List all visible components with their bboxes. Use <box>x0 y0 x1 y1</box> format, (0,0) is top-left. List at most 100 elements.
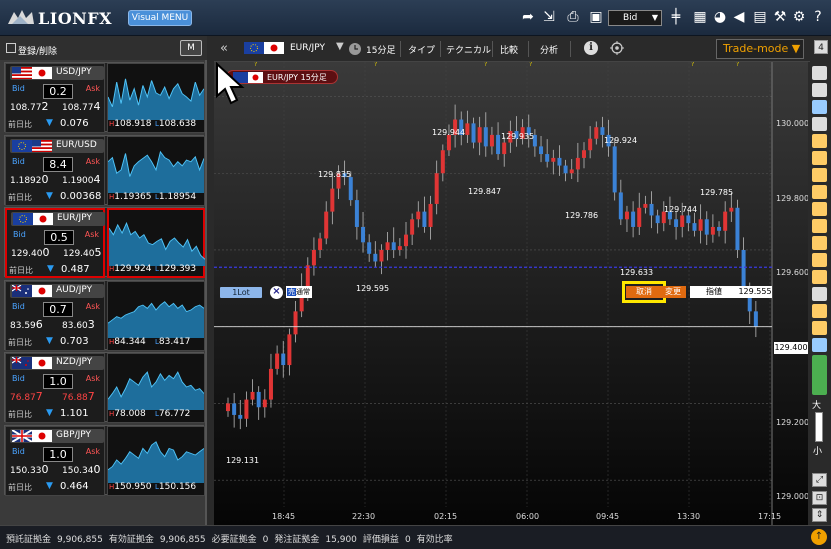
ask-price[interactable]: 1.19004 <box>62 173 101 186</box>
text-tool-icon[interactable] <box>812 304 827 318</box>
alarm-tool-icon[interactable] <box>812 83 827 97</box>
cursor-tool-icon[interactable] <box>812 66 827 80</box>
change-value: 0.487 <box>61 264 90 275</box>
horizontal-line-tool-icon[interactable] <box>812 168 827 182</box>
price-chart[interactable]: ?????? EUR/JPY 15分足 1Lot × 売通常 129.595 取… <box>214 62 809 525</box>
candle-body <box>643 203 648 208</box>
currency-pair-card[interactable]: USD/JPY Bid 0.2 Ask 108.772 108.774 前日比 ▼ 0.076 H… <box>4 62 205 133</box>
bid-price[interactable]: 76.877 <box>10 390 43 403</box>
bid-price[interactable]: 83.596 <box>10 318 43 331</box>
collapse-icon[interactable]: « <box>220 41 228 56</box>
pair-name-bar[interactable]: EUR/USD <box>10 138 104 153</box>
arc-tool-icon[interactable] <box>812 236 827 250</box>
technical-menu[interactable]: テクニカル <box>446 43 491 56</box>
ruler-tool-icon[interactable] <box>812 338 827 352</box>
grid-icon[interactable]: ▦ <box>692 9 708 25</box>
currency-pair-card[interactable]: GBP/JPY Bid 1.0 Ask 150.330 150.340 前日比 ▼ 0.464 H… <box>4 424 205 496</box>
bid-price-main: 1.1892 <box>10 175 42 186</box>
m-button[interactable]: M <box>180 40 202 56</box>
target-tool-icon[interactable] <box>812 117 827 131</box>
ask-price[interactable]: 83.603 <box>62 318 95 331</box>
fibonacci-tool-icon[interactable] <box>812 202 827 216</box>
bid-price[interactable]: 108.772 <box>10 100 49 113</box>
quote-box[interactable]: EUR/USD Bid 8.4 Ask 1.18920 1.19004 前日比 ▼ 0.0036… <box>5 135 105 206</box>
bid-price[interactable]: 150.330 <box>10 463 49 476</box>
bid-price[interactable]: 129.400 <box>11 246 50 259</box>
help-icon[interactable]: ? <box>810 9 826 25</box>
pen-tool-icon[interactable] <box>812 287 827 301</box>
currency-pair-card[interactable]: AUD/JPY Bid 0.7 Ask 83.596 83.603 前日比 ▼ 0.703 H84… <box>4 279 205 351</box>
compare-menu[interactable]: 比較 <box>500 43 518 56</box>
visual-menu-button[interactable]: Visual MENU <box>128 10 192 26</box>
bid-price[interactable]: 1.18920 <box>10 173 49 186</box>
pair-name-bar[interactable]: EUR/JPY <box>11 212 105 226</box>
candle-body <box>250 391 255 400</box>
trade-mode-select[interactable]: Trade-mode ▼ <box>716 39 804 59</box>
pie-chart-icon[interactable]: ◕ <box>712 9 728 25</box>
news-icon[interactable]: ▤ <box>752 9 768 25</box>
pair-name-bar[interactable]: GBP/JPY <box>10 428 104 443</box>
save-icon[interactable]: ▣ <box>588 9 604 25</box>
page-number[interactable]: 4 <box>814 40 828 54</box>
timeframe-select[interactable]: 15分足 <box>366 43 395 56</box>
quote-box[interactable]: AUD/JPY Bid 0.7 Ask 83.596 83.603 前日比 ▼ 0.703 <box>5 280 105 351</box>
trend-line-tool-icon[interactable] <box>812 151 827 165</box>
register-label[interactable]: 登録/削除 <box>18 44 57 57</box>
gear-icon[interactable]: ⚙ <box>791 9 807 25</box>
zoom-in-label[interactable]: 大 <box>812 398 821 411</box>
expand-button[interactable]: ⇕ <box>812 508 827 522</box>
price-annotation: 129.131 <box>226 456 260 465</box>
ask-price[interactable]: 76.887 <box>62 390 95 403</box>
zoom-reset-button[interactable]: ⤢ <box>812 473 827 487</box>
currency-pair-card[interactable]: EUR/USD Bid 8.4 Ask 1.18920 1.19004 前日比 ▼ 0.0036… <box>4 134 205 206</box>
indicator-tool-icon[interactable] <box>812 355 827 395</box>
currency-pair-card[interactable]: NZD/JPY Bid 1.0 Ask 76.877 76.887 前日比 ▼ 1.101 H78… <box>4 352 205 423</box>
crosshair-icon[interactable] <box>610 41 624 55</box>
ask-price[interactable]: 108.774 <box>62 100 101 113</box>
sound-icon[interactable]: ◀ <box>731 9 747 25</box>
rate-type-select[interactable]: Bid ▼ <box>608 10 662 26</box>
zoom-slider[interactable] <box>815 412 823 442</box>
zoom-out-label[interactable]: 小 <box>813 444 822 457</box>
candle-body <box>404 234 408 247</box>
channel-tool-icon[interactable] <box>812 219 827 233</box>
quote-box[interactable]: USD/JPY Bid 0.2 Ask 108.772 108.774 前日比 ▼ 0.076 <box>5 63 105 133</box>
pair-name-bar[interactable]: USD/JPY <box>10 66 104 80</box>
candle-body <box>600 127 605 135</box>
rectangle-tool-icon[interactable] <box>812 270 827 284</box>
print-icon[interactable]: ⎙ <box>565 9 581 25</box>
order-rate-label: 129.555 <box>738 286 772 298</box>
info-icon[interactable]: i <box>584 41 598 55</box>
quote-box[interactable]: NZD/JPY Bid 1.0 Ask 76.877 76.887 前日比 ▼ 1.101 <box>5 353 105 423</box>
pair-name-bar[interactable]: NZD/JPY <box>10 356 104 370</box>
analysis-menu[interactable]: 分析 <box>540 43 558 56</box>
chevron-down-icon[interactable]: ▼ <box>336 41 344 52</box>
ask-price[interactable]: 150.340 <box>62 463 101 476</box>
quote-box[interactable]: GBP/JPY Bid 1.0 Ask 150.330 150.340 前日比 ▼ 0.464 <box>5 425 105 496</box>
scroll-up-icon[interactable]: ↑ <box>811 529 827 545</box>
chart-type-menu[interactable]: タイプ <box>408 43 435 56</box>
tools-icon[interactable]: ⚒ <box>772 9 788 25</box>
register-icon[interactable] <box>6 43 16 53</box>
currency-pair-card[interactable]: EUR/JPY Bid 0.5 Ask 129.400 129.405 前日比 ▼ 0.487 H… <box>4 207 205 278</box>
bid-price-main: 129.40 <box>11 249 43 259</box>
quote-box[interactable]: EUR/JPY Bid 0.5 Ask 129.400 129.405 前日比 ▼ 0.487 <box>5 208 105 278</box>
layout-icon[interactable]: ╪ <box>668 9 684 25</box>
vertical-line-tool-icon[interactable] <box>812 185 827 199</box>
candle-body <box>226 403 230 412</box>
fit-button[interactable]: ⊡ <box>812 491 827 505</box>
export-icon[interactable]: ➦ <box>520 9 536 25</box>
dropdown-tool-icon[interactable] <box>812 100 827 114</box>
ask-price[interactable]: 129.405 <box>63 246 102 259</box>
line-tool-icon[interactable] <box>812 134 827 148</box>
candle-body <box>655 215 660 224</box>
high-low: H84.344 L83.417 <box>107 336 205 350</box>
fan-tool-icon[interactable] <box>812 253 827 267</box>
close-order-icon[interactable]: × <box>270 286 283 299</box>
pair-name-bar[interactable]: AUD/JPY <box>10 283 104 298</box>
chart-pair-select[interactable]: EUR/JPY <box>290 43 325 53</box>
arrow-tool-icon[interactable] <box>812 321 827 335</box>
modify-order-button[interactable]: 変更 <box>660 286 686 298</box>
cancel-order-button[interactable]: 取消 <box>626 286 662 298</box>
import-icon[interactable]: ⇲ <box>541 9 557 25</box>
